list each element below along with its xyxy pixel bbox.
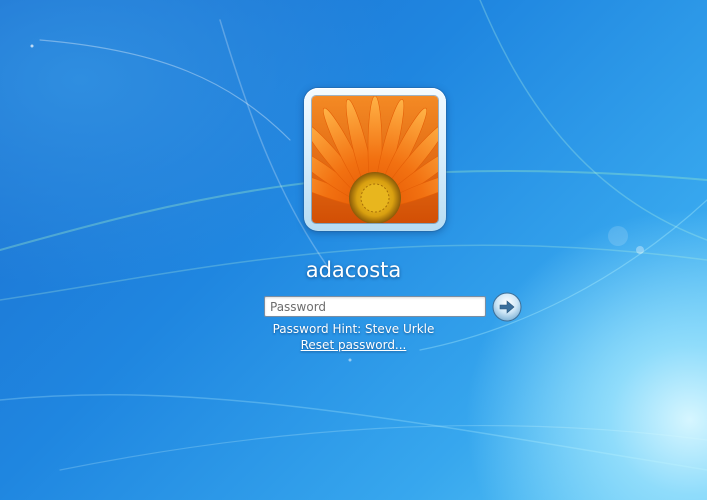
submit-login-button[interactable] [492, 292, 522, 322]
arrow-right-icon [492, 292, 522, 322]
password-input[interactable] [264, 296, 486, 317]
password-hint: Password Hint: Steve Urkle [272, 322, 435, 336]
user-tile [304, 88, 446, 231]
reset-password-link[interactable]: Reset password... [301, 338, 407, 352]
desktop-wallpaper [0, 0, 707, 471]
user-picture [312, 96, 438, 223]
user-name: adacosta [305, 258, 402, 282]
